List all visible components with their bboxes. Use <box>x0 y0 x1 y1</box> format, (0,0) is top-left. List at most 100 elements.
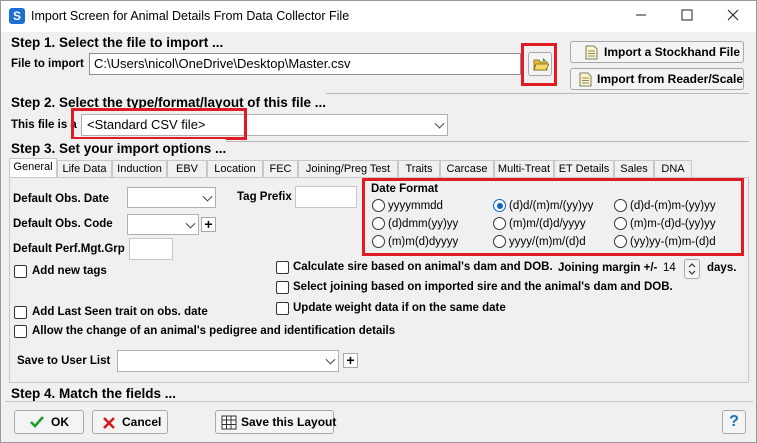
tab-et-details[interactable]: ET Details <box>554 160 614 178</box>
date-format-radio[interactable] <box>614 199 627 212</box>
add-new-tags-checkbox[interactable] <box>14 265 27 278</box>
maximize-button[interactable] <box>664 1 710 32</box>
date-format-radio[interactable] <box>493 235 506 248</box>
date-format-option: (d)d-(m)m-(yy)yy <box>630 200 716 212</box>
date-format-option: (m)m-(d)d-(yy)yy <box>630 218 716 230</box>
add-obs-code-button[interactable]: + <box>201 217 216 232</box>
update-weight-checkbox[interactable] <box>276 302 289 315</box>
default-obs-date-select[interactable] <box>127 187 216 208</box>
tab-location[interactable]: Location <box>207 160 263 178</box>
minimize-button[interactable] <box>618 1 664 32</box>
date-format-option: (m)m(d)dyyyy <box>388 236 459 248</box>
title-bar: S Import Screen for Animal Details From … <box>1 1 756 32</box>
tab-induction[interactable]: Induction <box>112 160 167 178</box>
date-format-option: (d)d/(m)m/(yy)yy <box>509 200 594 212</box>
highlight-file-type <box>71 108 247 140</box>
add-new-tags-label: Add new tags <box>32 265 107 277</box>
step3-header: Step 3. Set your import options ... <box>5 139 227 159</box>
date-format-radio-selected[interactable] <box>493 199 506 212</box>
save-to-user-list-label: Save to User List <box>17 355 111 367</box>
minimize-icon <box>636 14 646 16</box>
checkmark-icon <box>30 416 44 428</box>
date-format-option: (yy)yy-(m)m-(d)d <box>630 236 716 248</box>
file-path-input[interactable]: C:\Users\nicol\OneDrive\Desktop\Master.c… <box>89 53 521 75</box>
browse-folder-button[interactable] <box>528 52 552 76</box>
date-format-option: (d)dmm(yy)yy <box>388 218 459 230</box>
tab-joining-preg-test[interactable]: Joining/Preg Test <box>298 160 398 178</box>
tab-sales[interactable]: Sales <box>614 160 654 178</box>
chevron-down-icon <box>185 218 196 229</box>
save-layout-button[interactable]: Save this Layout <box>215 410 337 434</box>
chevron-down-icon <box>325 354 336 365</box>
update-weight-label: Update weight data if on the same date <box>293 302 506 314</box>
import-reader-button[interactable]: Import from Reader/Scale <box>570 68 744 90</box>
help-icon: ? <box>729 413 739 430</box>
grid-table-icon <box>221 415 237 430</box>
default-obs-code-select[interactable] <box>127 214 199 235</box>
tab-ebv[interactable]: EBV <box>167 160 207 178</box>
save-to-user-list-select[interactable] <box>117 350 339 372</box>
import-reader-label: Import from Reader/Scale <box>597 72 744 86</box>
date-format-radio[interactable] <box>372 235 385 248</box>
add-last-seen-label: Add Last Seen trait on obs. date <box>32 306 208 318</box>
add-last-seen-checkbox[interactable] <box>14 306 27 319</box>
add-user-list-button[interactable]: + <box>343 353 358 368</box>
date-format-radio[interactable] <box>372 199 385 212</box>
cancel-label: Cancel <box>122 415 162 429</box>
allow-pedigree-change-checkbox[interactable] <box>14 325 27 338</box>
default-perf-grp-label: Default Perf.Mgt.Grp <box>13 243 125 255</box>
cancel-x-icon <box>103 417 115 429</box>
cancel-button[interactable]: Cancel <box>92 410 168 434</box>
default-perf-grp-input[interactable] <box>129 238 173 260</box>
ok-label: OK <box>51 415 69 429</box>
joining-margin-stepper[interactable] <box>684 259 700 279</box>
file-path-value: C:\Users\nicol\OneDrive\Desktop\Master.c… <box>94 56 351 71</box>
tab-traits[interactable]: Traits <box>398 160 440 178</box>
stepper-arrows-icon <box>688 263 696 275</box>
maximize-icon <box>681 9 693 21</box>
import-stockhand-button[interactable]: Import a Stockhand File <box>570 41 744 63</box>
tag-prefix-label: Tag Prefix <box>237 191 292 203</box>
calc-sire-label: Calculate sire based on animal's dam and… <box>293 261 553 273</box>
chevron-down-icon <box>202 191 213 202</box>
import-window: S Import Screen for Animal Details From … <box>0 0 757 443</box>
date-format-radio[interactable] <box>614 235 627 248</box>
tab-multi-treat[interactable]: Multi-Treat <box>494 160 554 178</box>
default-obs-date-label: Default Obs. Date <box>13 193 109 205</box>
close-button[interactable] <box>710 1 756 32</box>
date-format-radio[interactable] <box>372 217 385 230</box>
allow-pedigree-change-label: Allow the change of an animal's pedigree… <box>32 325 396 337</box>
open-folder-icon <box>533 58 549 71</box>
chevron-down-icon <box>434 118 445 129</box>
select-joining-checkbox[interactable] <box>276 281 289 294</box>
ok-button[interactable]: OK <box>14 410 84 434</box>
document-icon <box>579 72 592 87</box>
app-logo-icon: S <box>9 8 25 24</box>
help-button[interactable]: ? <box>722 410 746 434</box>
date-format-option: yyyymmdd <box>388 200 443 212</box>
tab-general[interactable]: General <box>9 158 57 178</box>
date-format-option: yyyy/(m)m/(d)d <box>509 236 586 248</box>
tag-prefix-input[interactable] <box>295 186 357 208</box>
joining-margin-value[interactable]: 14 <box>663 262 676 274</box>
tab-carcase[interactable]: Carcase <box>440 160 494 178</box>
date-format-title: Date Format <box>371 183 439 195</box>
close-icon <box>727 9 739 21</box>
window-title: Import Screen for Animal Details From Da… <box>31 9 350 23</box>
step1-header: Step 1. Select the file to import ... <box>5 33 224 53</box>
date-format-option: (m)m/(d)d/yyyy <box>509 218 586 230</box>
file-type-label: This file is a <box>11 119 77 131</box>
save-layout-label: Save this Layout <box>241 415 337 429</box>
date-format-radio[interactable] <box>493 217 506 230</box>
days-label: days. <box>707 262 737 274</box>
file-to-import-label: File to import <box>11 58 84 70</box>
date-format-radio[interactable] <box>614 217 627 230</box>
select-joining-label: Select joining based on imported sire an… <box>293 281 673 293</box>
joining-margin-label: Joining margin +/- <box>558 262 658 274</box>
tab-dna[interactable]: DNA <box>654 160 692 178</box>
import-stockhand-label: Import a Stockhand File <box>604 45 741 59</box>
tab-life-data[interactable]: Life Data <box>57 160 112 178</box>
calc-sire-checkbox[interactable] <box>276 261 289 274</box>
tab-fec[interactable]: FEC <box>263 160 298 178</box>
document-icon <box>585 45 598 60</box>
